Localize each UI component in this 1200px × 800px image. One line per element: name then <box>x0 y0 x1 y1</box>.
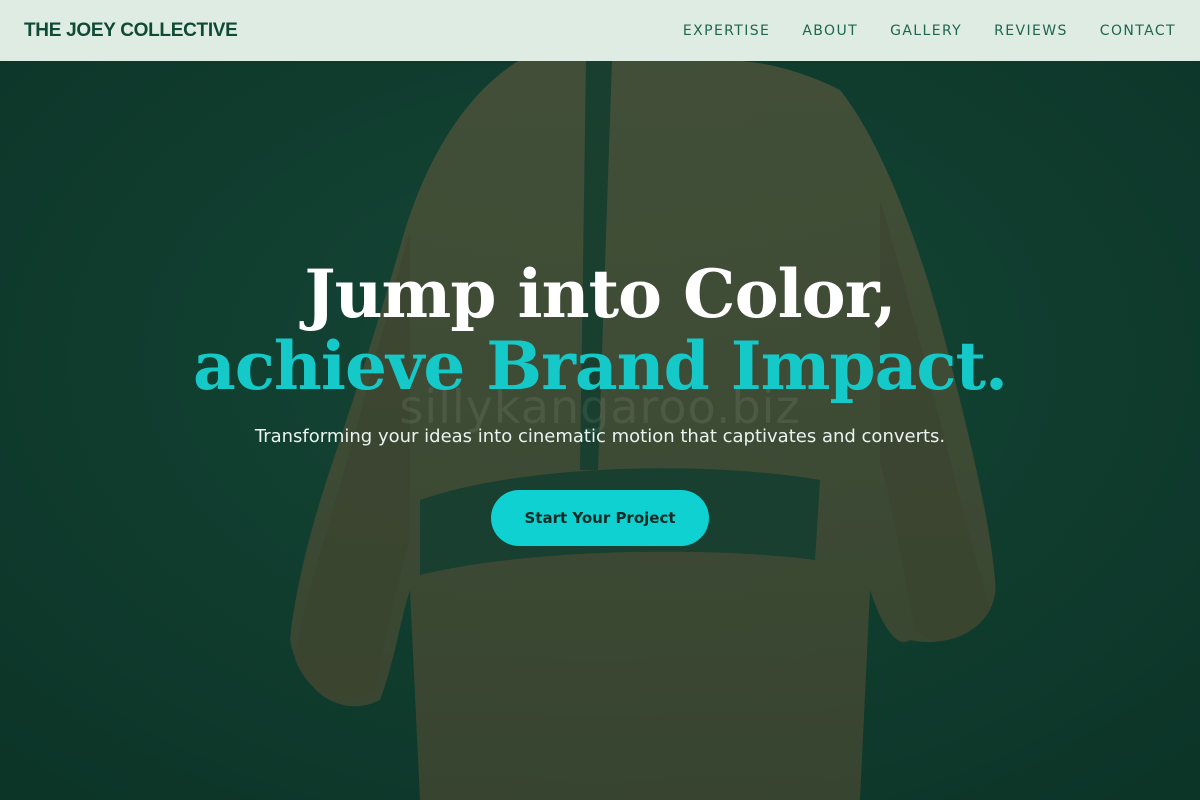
hero-headline: Jump into Color, achieve Brand Impact. <box>0 258 1200 402</box>
hero-content: Jump into Color, achieve Brand Impact. T… <box>0 258 1200 447</box>
nav-item-reviews: REVIEWS <box>994 22 1068 40</box>
nav-item-gallery: GALLERY <box>890 22 962 40</box>
headline-line-1: Jump into Color, <box>304 255 896 333</box>
brand-logo[interactable]: THE JOEY COLLECTIVE <box>24 20 238 42</box>
nav-item-expertise: EXPERTISE <box>683 22 770 40</box>
nav-link-gallery[interactable]: GALLERY <box>890 23 962 39</box>
main-nav: EXPERTISE ABOUT GALLERY REVIEWS CONTACT <box>683 22 1176 40</box>
nav-item-contact: CONTACT <box>1100 22 1176 40</box>
nav-link-contact[interactable]: CONTACT <box>1100 23 1176 39</box>
nav-link-reviews[interactable]: REVIEWS <box>994 23 1068 39</box>
nav-link-expertise[interactable]: EXPERTISE <box>683 23 770 39</box>
hero-section: sillykangaroo.biz Jump into Color, achie… <box>0 0 1200 800</box>
hero-subheadline: Transforming your ideas into cinematic m… <box>254 426 946 447</box>
headline-line-2: achieve Brand Impact. <box>192 327 1008 405</box>
nav-item-about: ABOUT <box>802 22 858 40</box>
site-header: THE JOEY COLLECTIVE EXPERTISE ABOUT GALL… <box>0 0 1200 61</box>
nav-link-about[interactable]: ABOUT <box>802 23 858 39</box>
start-project-button[interactable]: Start Your Project <box>491 490 709 546</box>
